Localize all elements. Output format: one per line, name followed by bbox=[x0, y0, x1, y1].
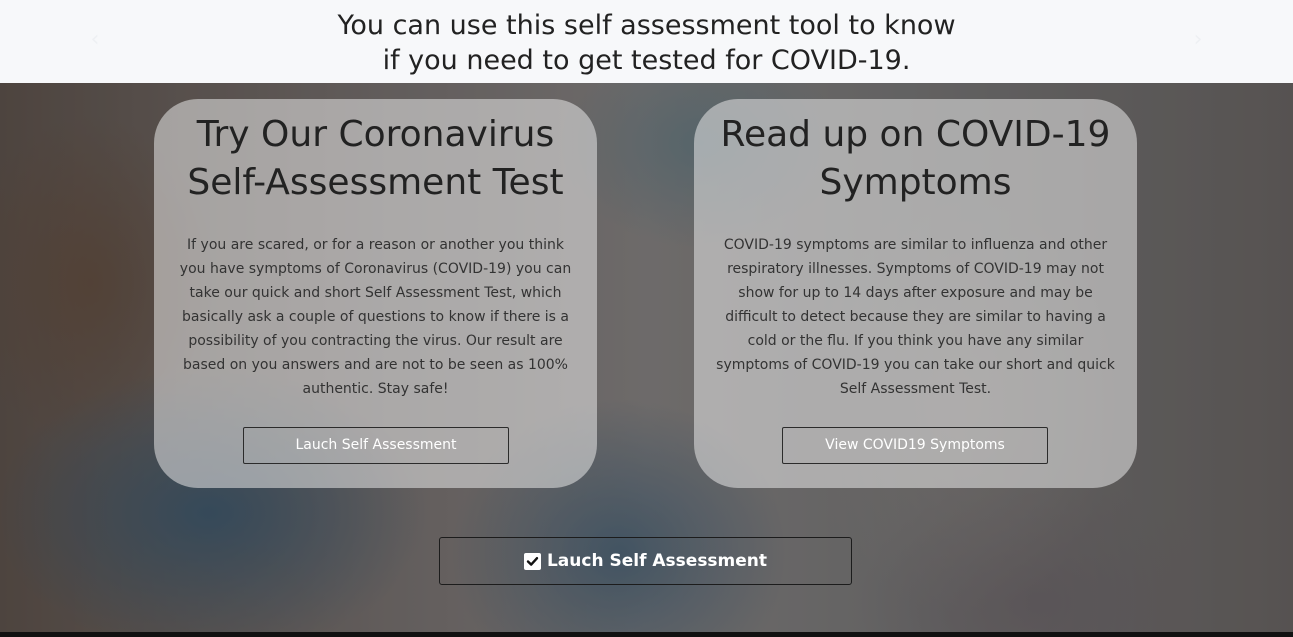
symptoms-card-text: COVID-19 symptoms are similar to influen… bbox=[716, 237, 1115, 397]
symptoms-card-title-line1: Read up on COVID-19 bbox=[720, 114, 1111, 155]
chevron-left-icon[interactable]: ‹ bbox=[83, 28, 107, 52]
bottom-bar bbox=[0, 632, 1293, 637]
main-cta-label: Lauch Self Assessment bbox=[546, 551, 768, 571]
self-assessment-card-text: If you are scared, or for a reason or an… bbox=[179, 237, 572, 397]
symptoms-card-title-line2: Symptoms bbox=[819, 162, 1012, 203]
header-banner: You can use this self assessment tool to… bbox=[0, 0, 1293, 83]
symptoms-card: Read up on COVID-19 Symptoms COVID-19 sy… bbox=[694, 99, 1137, 488]
launch-self-assessment-button[interactable]: Lauch Self Assessment bbox=[243, 427, 509, 464]
check-square-icon bbox=[523, 552, 541, 570]
self-assessment-card: Try Our Coronavirus Self-Assessment Test… bbox=[154, 99, 597, 488]
self-assessment-card-title-line1: Try Our Coronavirus bbox=[196, 114, 555, 155]
self-assessment-card-title: Try Our Coronavirus Self-Assessment Test bbox=[154, 111, 597, 207]
view-symptoms-button[interactable]: View COVID19 Symptoms bbox=[782, 427, 1048, 464]
symptoms-card-title: Read up on COVID-19 Symptoms bbox=[694, 111, 1137, 207]
page-title-line1: You can use this self assessment tool to… bbox=[337, 10, 956, 41]
chevron-right-icon[interactable]: › bbox=[1186, 28, 1210, 52]
page-title-line2: if you need to get tested for COVID-19. bbox=[382, 45, 911, 76]
main-launch-self-assessment-button[interactable]: Lauch Self Assessment bbox=[439, 537, 852, 585]
page-title: You can use this self assessment tool to… bbox=[0, 8, 1293, 78]
self-assessment-card-title-line2: Self-Assessment Test bbox=[187, 162, 564, 203]
